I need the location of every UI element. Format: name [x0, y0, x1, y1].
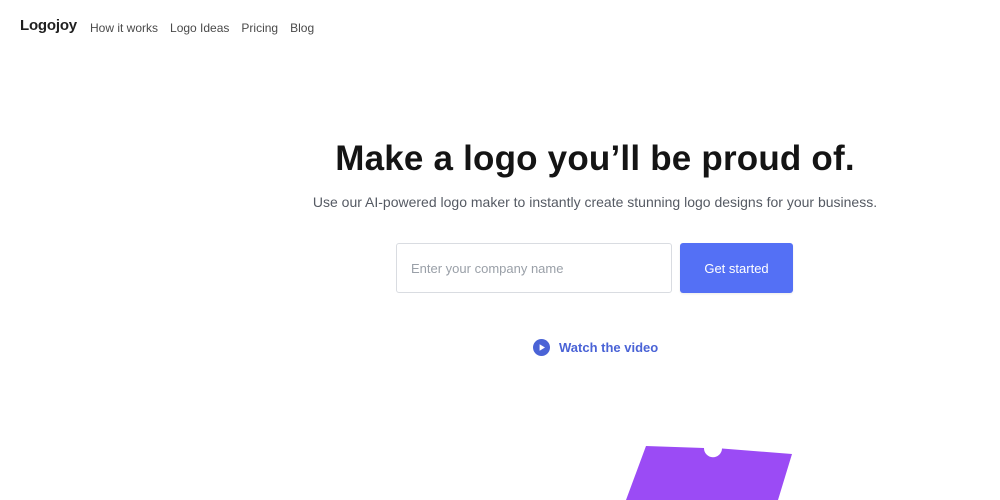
landing-page: Logojoy How it works Logo Ideas Pricing … — [0, 0, 1000, 500]
play-circle-icon — [533, 339, 550, 356]
company-name-input[interactable] — [396, 243, 672, 293]
nav-pricing[interactable]: Pricing — [241, 21, 278, 35]
site-header: Logojoy How it works Logo Ideas Pricing … — [0, 0, 1000, 56]
hero-title: Make a logo you’ll be proud of. — [335, 139, 855, 178]
purple-card-shape — [626, 446, 792, 500]
watch-video-link[interactable]: Watch the video — [533, 339, 658, 356]
watch-video-label: Watch the video — [559, 340, 659, 355]
nav-logo-ideas[interactable]: Logo Ideas — [170, 21, 229, 35]
brand-logo[interactable]: Logojoy — [20, 17, 77, 34]
nav-blog[interactable]: Blog — [290, 21, 314, 35]
main-nav: How it works Logo Ideas Pricing Blog — [90, 21, 314, 35]
get-started-button[interactable]: Get started — [680, 243, 793, 293]
signup-form: Get started — [396, 243, 793, 293]
nav-how-it-works[interactable]: How it works — [90, 21, 158, 35]
logo-card-illustration — [600, 440, 820, 500]
hero-subtitle: Use our AI-powered logo maker to instant… — [312, 194, 878, 210]
hero-section: Make a logo you’ll be proud of. Use our … — [270, 130, 920, 212]
